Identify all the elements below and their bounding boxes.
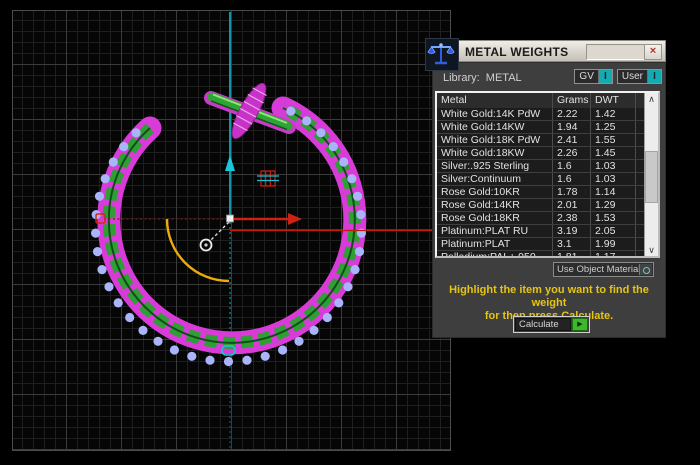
table-cell: 1.03	[591, 160, 636, 172]
table-cell: Platinum:PLAT RU	[437, 225, 553, 237]
calculate-label: Calculate	[515, 318, 571, 331]
table-cell: 2.05	[591, 225, 636, 237]
table-header: Metal Grams DWT	[437, 93, 645, 108]
metal-table: Metal Grams DWT White Gold:14K PdW2.221.…	[435, 91, 660, 258]
table-row[interactable]: White Gold:14K PdW2.221.42	[437, 108, 645, 121]
table-row[interactable]: White Gold:14KW1.941.25	[437, 121, 645, 134]
table-cell: Rose Gold:10KR	[437, 186, 553, 198]
table-cell: 1.94	[553, 121, 591, 133]
table-cell: 1.45	[591, 147, 636, 159]
column-header-dwt[interactable]: DWT	[591, 93, 636, 108]
table-cell: White Gold:14KW	[437, 121, 553, 133]
table-cell: White Gold:14K PdW	[437, 108, 553, 120]
table-cell: White Gold:18K PdW	[437, 134, 553, 146]
table-row[interactable]: Rose Gold:18KR2.381.53	[437, 212, 645, 225]
panel-title: METAL WEIGHTS	[465, 45, 568, 59]
metal-weights-scale-icon	[425, 38, 459, 71]
instruction-line-1: Highlight the item you want to find the …	[433, 284, 665, 310]
scroll-up-icon[interactable]: ∧	[645, 93, 658, 105]
table-cell: 1.29	[591, 199, 636, 211]
column-header-metal[interactable]: Metal	[437, 93, 553, 108]
table-cell: Silver:.925 Sterling	[437, 160, 553, 172]
table-cell: 2.22	[553, 108, 591, 120]
table-cell: 1.03	[591, 173, 636, 185]
table-cell: 3.19	[553, 225, 591, 237]
table-row[interactable]: Rose Gold:14KR2.011.29	[437, 199, 645, 212]
metal-table-rows: White Gold:14K PdW2.221.42White Gold:14K…	[437, 108, 645, 256]
panel-body: Library: METAL GV I User I Metal Grams D…	[432, 62, 666, 338]
table-cell: 1.6	[553, 160, 591, 172]
calculate-play-icon[interactable]: ▶	[572, 318, 588, 331]
table-cell: 2.38	[553, 212, 591, 224]
close-icon[interactable]: ×	[644, 44, 662, 60]
column-header-grams[interactable]: Grams	[553, 93, 591, 108]
table-cell: Rose Gold:18KR	[437, 212, 553, 224]
table-cell: 1.25	[591, 121, 636, 133]
table-row[interactable]: White Gold:18KW2.261.45	[437, 147, 645, 160]
panel-titlebar[interactable]: METAL WEIGHTS ×	[455, 40, 666, 62]
table-cell: White Gold:18KW	[437, 147, 553, 159]
table-cell: 3.1	[553, 238, 591, 250]
table-cell: 1.78	[553, 186, 591, 198]
table-cell: 2.41	[553, 134, 591, 146]
table-cell: 1.53	[591, 212, 636, 224]
table-scrollbar[interactable]: ∧ ∨	[644, 93, 658, 256]
table-row[interactable]: White Gold:18K PdW2.411.55	[437, 134, 645, 147]
table-cell: 1.99	[591, 238, 636, 250]
user-indicator[interactable]: I	[647, 70, 661, 83]
table-cell: 1.14	[591, 186, 636, 198]
table-cell: 2.26	[553, 147, 591, 159]
titlebar-recess	[586, 44, 648, 60]
gv-button[interactable]: GV I	[574, 69, 612, 84]
table-row[interactable]: Silver:Continuum1.61.03	[437, 173, 645, 186]
table-cell: Rose Gold:14KR	[437, 199, 553, 211]
table-cell: 1.42	[591, 108, 636, 120]
table-cell: 1.6	[553, 173, 591, 185]
table-row[interactable]: Platinum:PLAT3.11.99	[437, 238, 645, 251]
table-cell: 1.17	[591, 251, 636, 256]
scrollbar-thumb[interactable]	[645, 151, 658, 203]
gv-label: GV	[575, 70, 597, 83]
table-cell: 1.81	[553, 251, 591, 256]
user-label: User	[618, 70, 647, 83]
table-cell: Silver:Continuum	[437, 173, 553, 185]
table-cell: Palladium:PAL+ 950	[437, 251, 553, 256]
toggle-buttons: GV I User I	[574, 69, 662, 84]
user-button[interactable]: User I	[617, 69, 662, 84]
cad-viewport[interactable]	[12, 10, 451, 451]
table-cell: Platinum:PLAT	[437, 238, 553, 250]
table-row[interactable]: Rose Gold:10KR1.781.14	[437, 186, 645, 199]
table-cell: 2.01	[553, 199, 591, 211]
calculate-button[interactable]: Calculate ▶	[513, 316, 590, 333]
table-row[interactable]: Silver:.925 Sterling1.61.03	[437, 160, 645, 173]
materials-dropdown-value: Use Object Materials	[557, 264, 645, 275]
application-canvas: { "window": { "title": "METAL WEIGHTS" }…	[0, 0, 700, 465]
table-row[interactable]: Platinum:PLAT RU3.192.05	[437, 225, 645, 238]
metal-weights-panel: METAL WEIGHTS × Library: METAL GV I User…	[425, 38, 666, 338]
table-row[interactable]: Palladium:PAL+ 9501.811.17	[437, 251, 645, 256]
materials-dropdown[interactable]: Use Object Materials	[553, 262, 654, 277]
gv-indicator[interactable]: I	[598, 70, 612, 83]
table-cell: 1.55	[591, 134, 636, 146]
library-label: Library: METAL	[443, 72, 522, 84]
dropdown-icon[interactable]	[639, 264, 652, 275]
scroll-down-icon[interactable]: ∨	[645, 244, 658, 256]
